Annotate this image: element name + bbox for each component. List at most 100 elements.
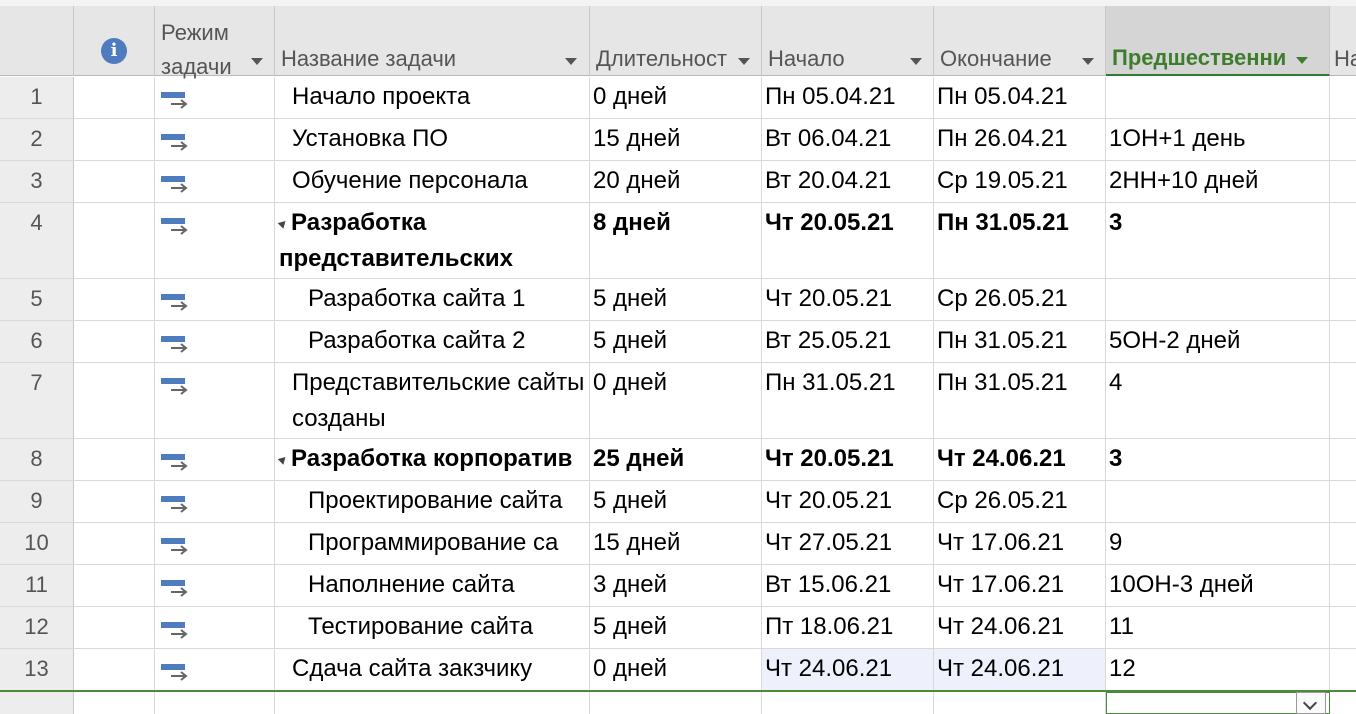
next-column-cell[interactable] — [1330, 279, 1356, 320]
row-number[interactable]: 7 — [0, 363, 74, 438]
finish-cell[interactable]: Пн 31.05.21 — [934, 321, 1106, 362]
task-mode-cell[interactable] — [155, 439, 275, 480]
next-column-cell[interactable] — [1330, 321, 1356, 362]
header-indicators[interactable]: i — [74, 6, 155, 76]
duration-filter-arrow-icon[interactable] — [738, 58, 750, 65]
start-cell[interactable]: Чт 20.05.21 — [762, 439, 934, 480]
indicator-cell[interactable] — [74, 161, 155, 202]
row-number[interactable]: 6 — [0, 321, 74, 362]
task-name-cell[interactable]: Наполнение сайта — [275, 565, 590, 606]
predecessors-cell[interactable]: 9 — [1106, 523, 1330, 564]
finish-cell[interactable]: Пн 31.05.21 — [934, 203, 1106, 278]
row-number[interactable]: 5 — [0, 279, 74, 320]
duration-cell[interactable]: 3 дней — [590, 565, 762, 606]
next-column-cell[interactable] — [1330, 363, 1356, 438]
duration-cell[interactable]: 15 дней — [590, 523, 762, 564]
row-number[interactable]: 4 — [0, 203, 74, 278]
predecessors-cell[interactable] — [1106, 481, 1330, 522]
header-task-name[interactable]: Название задачи — [275, 6, 590, 76]
table-row[interactable]: 7 Представительские сайты созданы 0 дней Пн… — [0, 363, 1356, 439]
row-number[interactable]: 13 — [0, 649, 74, 690]
task-mode-cell[interactable] — [155, 607, 275, 648]
row-number[interactable]: 8 — [0, 439, 74, 480]
task-mode-cell[interactable] — [155, 321, 275, 362]
start-cell[interactable]: Чт 27.05.21 — [762, 523, 934, 564]
next-column-cell[interactable] — [1330, 649, 1356, 690]
duration-cell[interactable]: 5 дней — [590, 321, 762, 362]
header-predecessors[interactable]: Предшественни — [1106, 6, 1330, 76]
task-mode-cell[interactable] — [155, 77, 275, 118]
row-number[interactable]: 12 — [0, 607, 74, 648]
table-row[interactable]: 12 Тестирование сайта 5 дней Пт 18.06.21 Чт … — [0, 607, 1356, 649]
header-task-mode[interactable]: Режим задачи — [155, 6, 275, 79]
task-name-cell[interactable]: Представительские сайты созданы — [275, 363, 590, 438]
indicator-cell[interactable] — [74, 77, 155, 118]
start-cell[interactable]: Пн 05.04.21 — [762, 77, 934, 118]
indicator-cell[interactable] — [74, 523, 155, 564]
next-column-cell[interactable] — [1330, 565, 1356, 606]
table-row[interactable]: 6 Разработка сайта 2 5 дней Вт 25.05.21 Пн 3… — [0, 321, 1356, 363]
task-name-cell[interactable]: Тестирование сайта — [275, 607, 590, 648]
finish-cell[interactable]: Чт 17.06.21 — [934, 523, 1106, 564]
duration-cell[interactable]: 15 дней — [590, 119, 762, 160]
predecessors-cell[interactable]: 5ОН-2 дней — [1106, 321, 1330, 362]
indicator-cell[interactable] — [74, 565, 155, 606]
finish-cell[interactable]: Пн 05.04.21 — [934, 77, 1106, 118]
predecessor-dropdown-button[interactable] — [1296, 692, 1326, 714]
finish-cell[interactable]: Чт 17.06.21 — [934, 565, 1106, 606]
predecessors-cell[interactable] — [1106, 77, 1330, 118]
predecessors-filter-arrow-icon[interactable] — [1296, 57, 1308, 64]
row-number[interactable]: 1 — [0, 77, 74, 118]
duration-cell[interactable]: 20 дней — [590, 161, 762, 202]
task-name-cell[interactable]: Установка ПО — [275, 119, 590, 160]
next-column-cell[interactable] — [1330, 203, 1356, 278]
duration-cell[interactable]: 5 дней — [590, 481, 762, 522]
row-number[interactable]: 2 — [0, 119, 74, 160]
task-name-cell[interactable]: Сдача сайта закзчику — [275, 649, 590, 690]
task-mode-filter-arrow-icon[interactable] — [251, 58, 263, 65]
duration-cell[interactable]: 25 дней — [590, 439, 762, 480]
predecessors-cell[interactable]: 1ОН+1 день — [1106, 119, 1330, 160]
indicator-cell[interactable] — [74, 481, 155, 522]
header-duration[interactable]: Длительност — [590, 6, 762, 76]
task-name-cell[interactable]: Проектирование сайта — [275, 481, 590, 522]
task-mode-cell[interactable] — [155, 363, 275, 438]
predecessors-cell[interactable]: 12 — [1106, 649, 1330, 690]
finish-cell[interactable]: Пн 26.04.21 — [934, 119, 1106, 160]
next-column-cell[interactable] — [1330, 119, 1356, 160]
row-number[interactable]: 10 — [0, 523, 74, 564]
table-row[interactable]: 13 Сдача сайта закзчику 0 дней Чт 24.06.21 Ч… — [0, 649, 1356, 691]
predecessors-cell[interactable]: 2НН+10 дней — [1106, 161, 1330, 202]
start-cell[interactable]: Чт 20.05.21 — [762, 279, 934, 320]
task-mode-cell[interactable] — [155, 161, 275, 202]
predecessors-cell[interactable] — [1106, 279, 1330, 320]
finish-cell[interactable]: Пн 31.05.21 — [934, 363, 1106, 438]
indicator-cell[interactable] — [74, 607, 155, 648]
row-number[interactable]: 3 — [0, 161, 74, 202]
duration-cell[interactable]: 5 дней — [590, 607, 762, 648]
row-number[interactable]: 11 — [0, 565, 74, 606]
select-all-corner[interactable] — [0, 6, 74, 76]
task-mode-cell[interactable] — [155, 649, 275, 690]
task-name-cell[interactable]: Разработка сайта 1 — [275, 279, 590, 320]
task-mode-cell[interactable] — [155, 481, 275, 522]
next-column-cell[interactable] — [1330, 77, 1356, 118]
header-finish[interactable]: Окончание — [934, 6, 1106, 76]
next-column-cell[interactable] — [1330, 607, 1356, 648]
finish-cell[interactable]: Чт 24.06.21 — [934, 439, 1106, 480]
table-row[interactable]: 2 Установка ПО 15 дней Вт 06.04.21 Пн 26.04.… — [0, 119, 1356, 161]
table-row[interactable]: 8 Разработка корпоратив 25 дней Чт 20.05.21… — [0, 439, 1356, 481]
next-column-cell[interactable] — [1330, 439, 1356, 480]
finish-cell[interactable]: Ср 19.05.21 — [934, 161, 1106, 202]
start-cell[interactable]: Вт 20.04.21 — [762, 161, 934, 202]
next-column-cell[interactable] — [1330, 523, 1356, 564]
indicator-cell[interactable] — [74, 439, 155, 480]
finish-filter-arrow-icon[interactable] — [1082, 58, 1094, 65]
duration-cell[interactable]: 5 дней — [590, 279, 762, 320]
indicator-cell[interactable] — [74, 203, 155, 278]
task-mode-cell[interactable] — [155, 119, 275, 160]
row-number[interactable]: 9 — [0, 481, 74, 522]
indicator-cell[interactable] — [74, 119, 155, 160]
predecessors-cell[interactable]: 11 — [1106, 607, 1330, 648]
start-filter-arrow-icon[interactable] — [910, 58, 922, 65]
